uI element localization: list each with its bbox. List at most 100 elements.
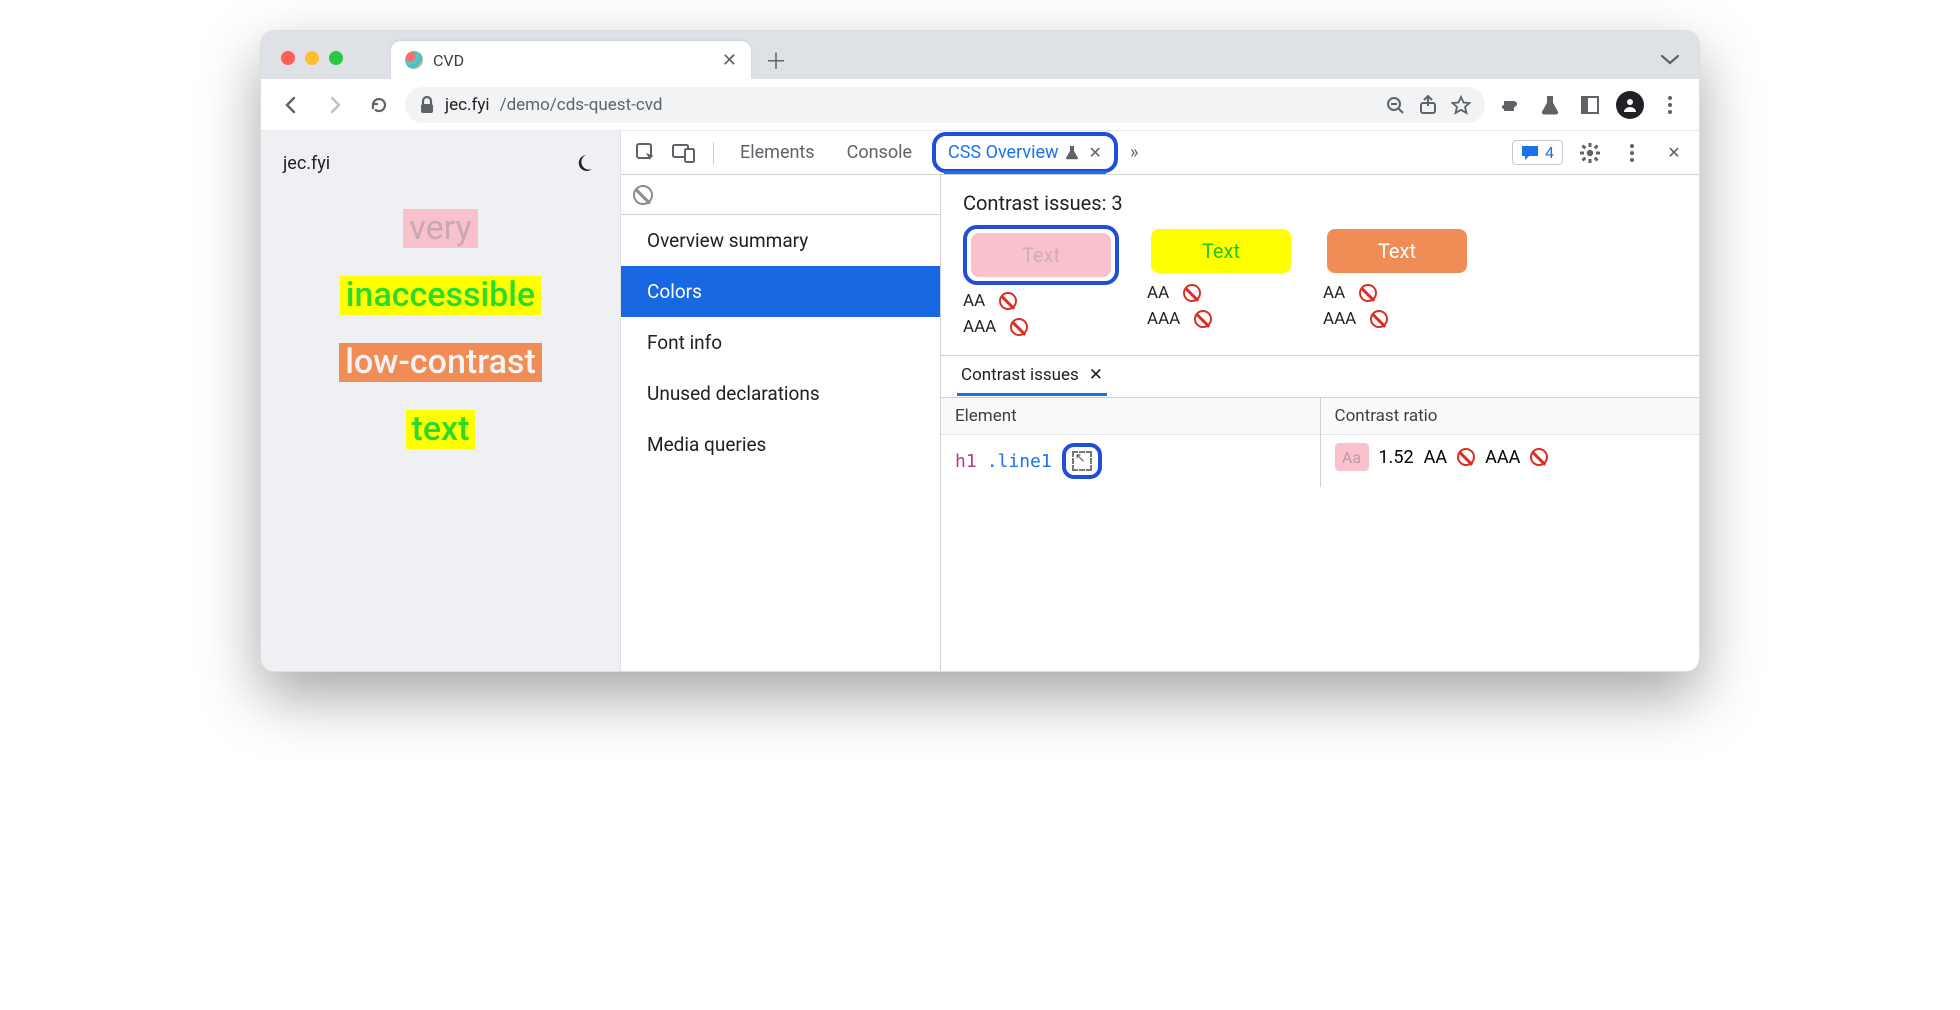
sample-text-line3: low-contrast [339,343,542,382]
close-details-icon[interactable]: ✕ [1089,365,1103,385]
device-toggle-icon[interactable] [669,138,699,168]
col-contrast-ratio: Contrast ratio Aa 1.52 AA AAA [1321,398,1700,487]
forward-button[interactable] [317,87,353,123]
details-columns: Element h1.line1 Contrast ratio [941,398,1699,487]
contrast-count: 3 [1111,191,1122,215]
overview-main: Contrast issues: 3 Text AA AAA Text A [941,175,1699,671]
aa-label: AA [1323,283,1345,303]
bookmark-icon[interactable] [1451,95,1471,115]
sidebar-item-unused-declarations[interactable]: Unused declarations [621,368,940,419]
sidebar-item-font-info[interactable]: Font info [621,317,940,368]
fail-icon [999,292,1017,310]
tab-css-overview-label: CSS Overview [948,142,1059,163]
clear-overview-row [621,175,940,215]
fail-icon [1530,448,1548,466]
col-element-head: Element [941,398,1320,435]
grade-aaa-2: AAA [1147,309,1295,329]
element-class: .line1 [987,451,1052,472]
fail-icon [1010,318,1028,336]
fail-icon [1194,310,1212,328]
sidebar-item-colors[interactable]: Colors [621,266,940,317]
sidebar-item-media-queries[interactable]: Media queries [621,419,940,470]
tab-overflow-button[interactable] [1653,49,1687,69]
swatch-highlight: Text [963,225,1119,285]
contrast-swatch-1[interactable]: Text [971,233,1111,277]
close-window-button[interactable] [281,51,295,65]
contrast-issues-header: Contrast issues: 3 [941,175,1699,225]
url-path: /demo/cds-quest-cvd [500,95,663,115]
devtools-right-controls: 4 ✕ [1512,138,1689,168]
inspect-element-icon[interactable] [631,138,661,168]
zoom-icon[interactable] [1385,95,1405,115]
fail-icon [1183,284,1201,302]
aa-label: AA [1147,283,1169,303]
details-tab-label: Contrast issues [961,365,1079,385]
url-bar[interactable]: jec.fyi/demo/cds-quest-cvd [405,87,1485,123]
swatch-col-3: Text AA AAA [1323,225,1471,337]
tab-console[interactable]: Console [835,136,924,169]
lock-icon [419,96,435,114]
contrast-title-prefix: Contrast issues: [963,191,1111,215]
aaa-label: AAA [1147,309,1180,329]
contrast-swatch-3[interactable]: Text [1327,229,1467,273]
fail-icon [1370,310,1388,328]
settings-icon[interactable] [1575,138,1605,168]
swatch-label: Text [1378,239,1416,263]
reading-list-icon[interactable] [1573,88,1607,122]
tab-css-overview-highlight: CSS Overview ✕ [932,132,1118,173]
more-tabs-button[interactable]: » [1130,142,1138,163]
browser-window: CVD ✕ ＋ jec.fyi/demo/cds-quest-cvd [260,30,1700,672]
sample-text-line1: very [403,209,477,248]
issues-count: 4 [1545,143,1554,162]
ratio-aaa: AAA [1485,447,1520,468]
devtools-kebab[interactable] [1617,138,1647,168]
aaa-label: AAA [1323,309,1356,329]
reload-button[interactable] [361,87,397,123]
maximize-window-button[interactable] [329,51,343,65]
details-tab-contrast[interactable]: Contrast issues ✕ [957,357,1107,396]
swatch-label: Text [1202,239,1240,263]
grade-aa-3: AA [1323,283,1471,303]
back-button[interactable] [273,87,309,123]
close-tab-icon[interactable]: ✕ [1089,143,1102,162]
tab-strip: CVD ✕ ＋ [261,31,1699,79]
labs-icon[interactable] [1533,88,1567,122]
page-header: jec.fyi [279,149,602,195]
contrast-swatch-2[interactable]: Text [1151,229,1291,273]
issues-chip[interactable]: 4 [1512,140,1563,165]
new-tab-button[interactable]: ＋ [761,45,791,75]
separator [713,142,714,164]
grade-aa-1: AA [963,291,1119,311]
close-devtools-button[interactable]: ✕ [1659,138,1689,168]
clear-icon[interactable] [633,185,653,205]
extensions-icon[interactable] [1493,88,1527,122]
profile-avatar[interactable] [1613,88,1647,122]
dark-mode-toggle[interactable] [570,149,598,177]
details-tab-bar: Contrast issues ✕ [941,356,1699,398]
contrast-swatches: Text AA AAA Text AA AAA Text AA [941,225,1699,355]
swatch-label: Text [1022,243,1060,267]
swatch-col-1: Text AA AAA [963,225,1119,337]
share-icon[interactable] [1419,95,1437,115]
tab-css-overview[interactable]: CSS Overview ✕ [946,140,1104,165]
fail-icon [1359,284,1377,302]
tab-elements[interactable]: Elements [728,136,827,169]
contrast-chip: Aa [1335,443,1369,471]
sidebar-item-overview-summary[interactable]: Overview summary [621,215,940,266]
reveal-in-elements-icon[interactable] [1072,451,1092,471]
beaker-icon [1065,145,1079,161]
kebab-menu[interactable] [1653,88,1687,122]
aa-label: AA [963,291,985,311]
browser-tab[interactable]: CVD ✕ [391,41,751,79]
minimize-window-button[interactable] [305,51,319,65]
col-element: Element h1.line1 [941,398,1321,487]
fail-icon [1457,448,1475,466]
ratio-aa: AA [1424,447,1447,468]
rendered-page: jec.fyi very inaccessible low-contrast t… [261,131,621,671]
grade-aaa-1: AAA [963,317,1119,337]
content-area: jec.fyi very inaccessible low-contrast t… [261,131,1699,671]
contrast-details-panel: Contrast issues ✕ Element h1.line1 [941,355,1699,487]
devtools-body: Overview summary Colors Font info Unused… [621,175,1699,671]
close-tab-button[interactable]: ✕ [722,50,737,71]
element-row[interactable]: h1.line1 [941,435,1320,487]
